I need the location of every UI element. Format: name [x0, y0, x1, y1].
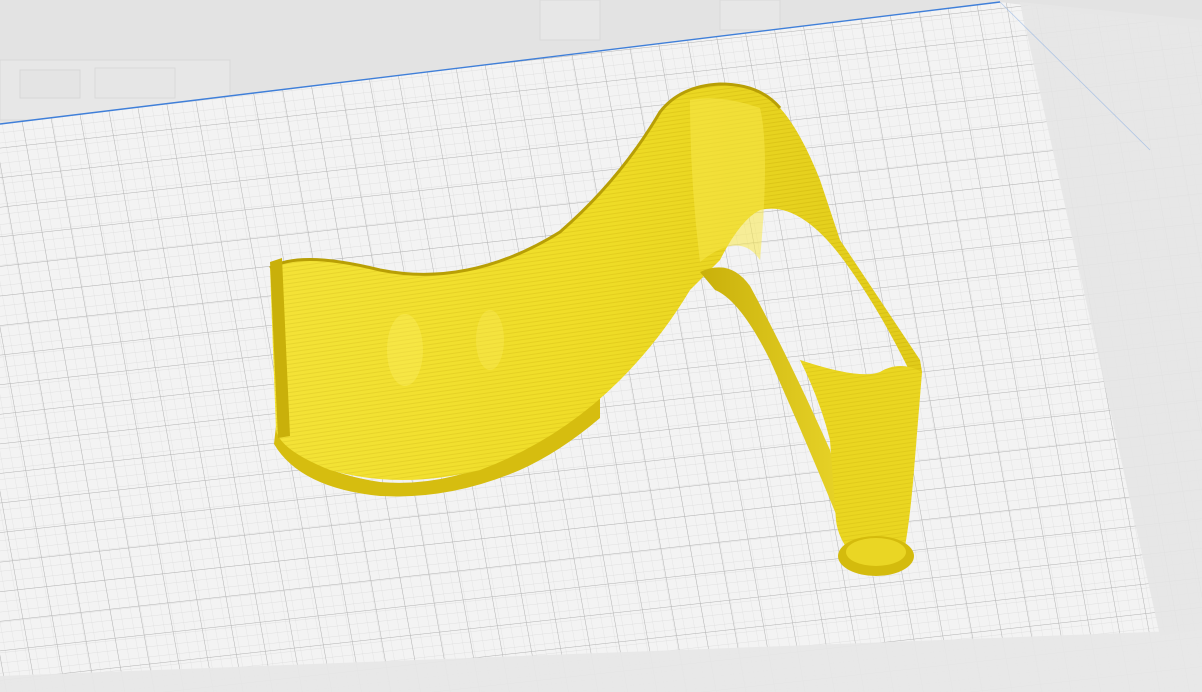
viewport-canvas[interactable] [0, 0, 1202, 692]
slicer-3d-viewport[interactable] [0, 0, 1202, 692]
model-highlight [690, 98, 765, 262]
